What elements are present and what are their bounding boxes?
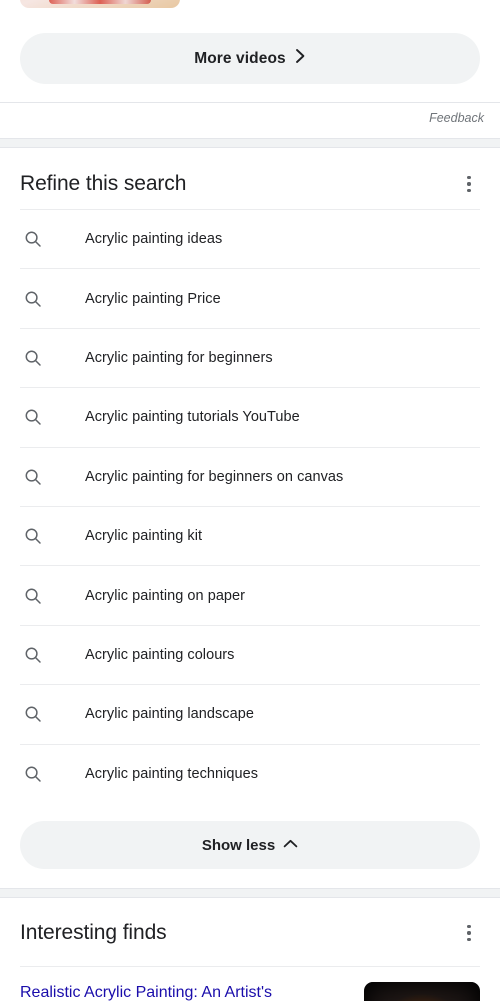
chevron-up-icon [283, 836, 298, 854]
section-separator-band [0, 888, 500, 898]
interesting-finds-divider [20, 966, 480, 967]
refine-row-label: Acrylic painting techniques [85, 765, 259, 782]
interesting-finds-header: Interesting finds [0, 906, 500, 960]
search-icon [24, 765, 48, 783]
refine-row-label: Acrylic painting kit [85, 528, 203, 545]
search-icon [24, 705, 48, 723]
interesting-finds-title: Interesting finds [20, 921, 167, 944]
kebab-menu-icon[interactable] [456, 920, 482, 946]
refine-row-label: Acrylic painting colours [85, 646, 235, 663]
search-results-page: More videos Feedback Refine this search … [0, 0, 500, 1001]
refine-row-label: Acrylic painting on paper [85, 587, 246, 604]
search-icon [24, 230, 48, 248]
refine-row[interactable]: Acrylic painting ideas [20, 209, 480, 268]
refine-row-label: Acrylic painting tutorials YouTube [85, 409, 300, 426]
refine-suggestion-list: Acrylic painting ideas Acrylic painting … [0, 209, 500, 803]
refine-row[interactable]: Acrylic painting for beginners [20, 327, 480, 387]
more-videos-label: More videos [194, 49, 286, 67]
search-icon [24, 527, 48, 545]
refine-row[interactable]: Acrylic painting colours [20, 624, 480, 684]
refine-row-label: Acrylic painting ideas [85, 231, 223, 248]
refine-row[interactable]: Acrylic painting on paper [20, 565, 480, 624]
list-item[interactable]: Realistic Acrylic Painting: An Artist's [20, 982, 480, 1001]
refine-row-label: Acrylic painting for beginners [85, 349, 273, 366]
feedback-divider [0, 102, 500, 103]
refine-row[interactable]: Acrylic painting Price [20, 268, 480, 327]
refine-row[interactable]: Acrylic painting techniques [20, 743, 480, 803]
refine-title: Refine this search [20, 172, 187, 195]
video-card-cutoff [0, 0, 500, 9]
chevron-right-icon [295, 48, 306, 69]
refine-row[interactable]: Acrylic painting tutorials YouTube [20, 387, 480, 446]
search-icon [24, 290, 48, 308]
video-thumbnail [20, 0, 180, 8]
show-less-button[interactable]: Show less [20, 821, 480, 869]
kebab-menu-icon[interactable] [456, 171, 482, 197]
search-icon [24, 349, 48, 367]
refine-row-label: Acrylic painting landscape [85, 706, 254, 723]
refine-section-header: Refine this search [0, 157, 500, 211]
refine-row[interactable]: Acrylic painting landscape [20, 684, 480, 743]
feedback-link[interactable]: Feedback [429, 111, 484, 125]
search-icon [24, 646, 48, 664]
search-icon [24, 408, 48, 426]
search-icon [24, 468, 48, 486]
refine-row[interactable]: Acrylic painting kit [20, 505, 480, 565]
find-title: Realistic Acrylic Painting: An Artist's [20, 984, 273, 1001]
section-separator-band [0, 138, 500, 148]
refine-row-label: Acrylic painting Price [85, 290, 221, 307]
more-videos-button[interactable]: More videos [20, 33, 480, 84]
find-thumbnail [364, 982, 480, 1001]
refine-row-label: Acrylic painting for beginners on canvas [85, 468, 344, 485]
show-less-label: Show less [201, 836, 276, 854]
refine-row[interactable]: Acrylic painting for beginners on canvas [20, 446, 480, 506]
search-icon [24, 587, 48, 605]
